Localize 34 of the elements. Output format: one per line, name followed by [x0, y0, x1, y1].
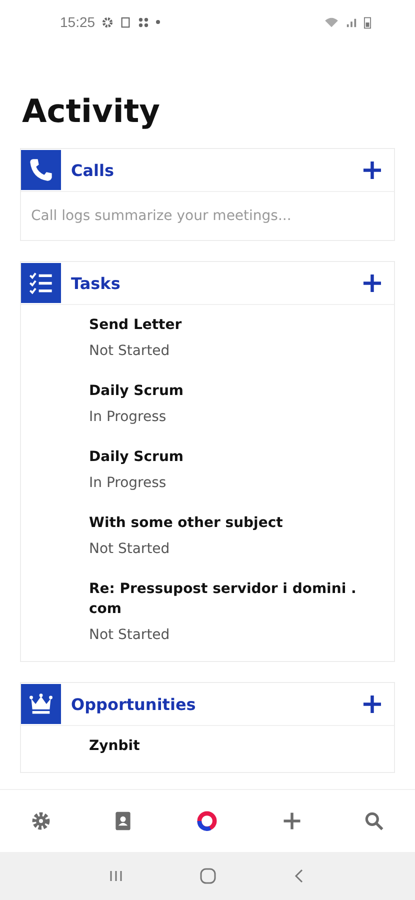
section-title: Opportunities — [71, 694, 197, 714]
checklist-icon — [21, 263, 61, 303]
dot-icon — [156, 20, 160, 24]
section-title: Calls — [71, 160, 116, 180]
battery-icon — [364, 16, 371, 28]
gear-icon — [102, 16, 114, 28]
item-title[interactable]: Daily Scrum — [89, 447, 380, 467]
item-title[interactable]: With some other subject — [89, 513, 380, 533]
item-status: In Progress — [89, 408, 168, 427]
empty-message: Call logs summarize your meetings... — [30, 207, 292, 226]
home-icon[interactable] — [198, 867, 216, 885]
wifi-icon — [324, 16, 339, 28]
section-title: Tasks — [71, 274, 122, 292]
status-time: 15:25 — [60, 14, 96, 30]
search-icon — [362, 810, 385, 832]
settings-icon — [30, 810, 52, 832]
item-status: Not Started — [89, 342, 171, 361]
crown-icon — [21, 684, 61, 724]
document-icon — [120, 16, 132, 28]
signal-icon — [346, 16, 357, 28]
page-title: Activity — [22, 92, 161, 130]
phone-icon — [21, 150, 61, 190]
item-title[interactable]: Re: Pressupost servidor i domini . com — [89, 579, 380, 619]
add-button[interactable]: + — [350, 690, 394, 718]
item-title[interactable]: Send Letter — [89, 315, 380, 335]
recent-apps-icon[interactable] — [108, 868, 124, 884]
add-button[interactable]: + — [350, 156, 394, 184]
item-status: In Progress — [89, 474, 168, 493]
add-button[interactable]: + — [350, 269, 394, 297]
item-title[interactable]: Zynbit — [89, 736, 380, 756]
item-status: Not Started — [89, 540, 171, 559]
grid-icon — [138, 16, 150, 28]
item-title[interactable]: Daily Scrum — [89, 381, 380, 401]
item-status: Not Started — [89, 626, 171, 645]
